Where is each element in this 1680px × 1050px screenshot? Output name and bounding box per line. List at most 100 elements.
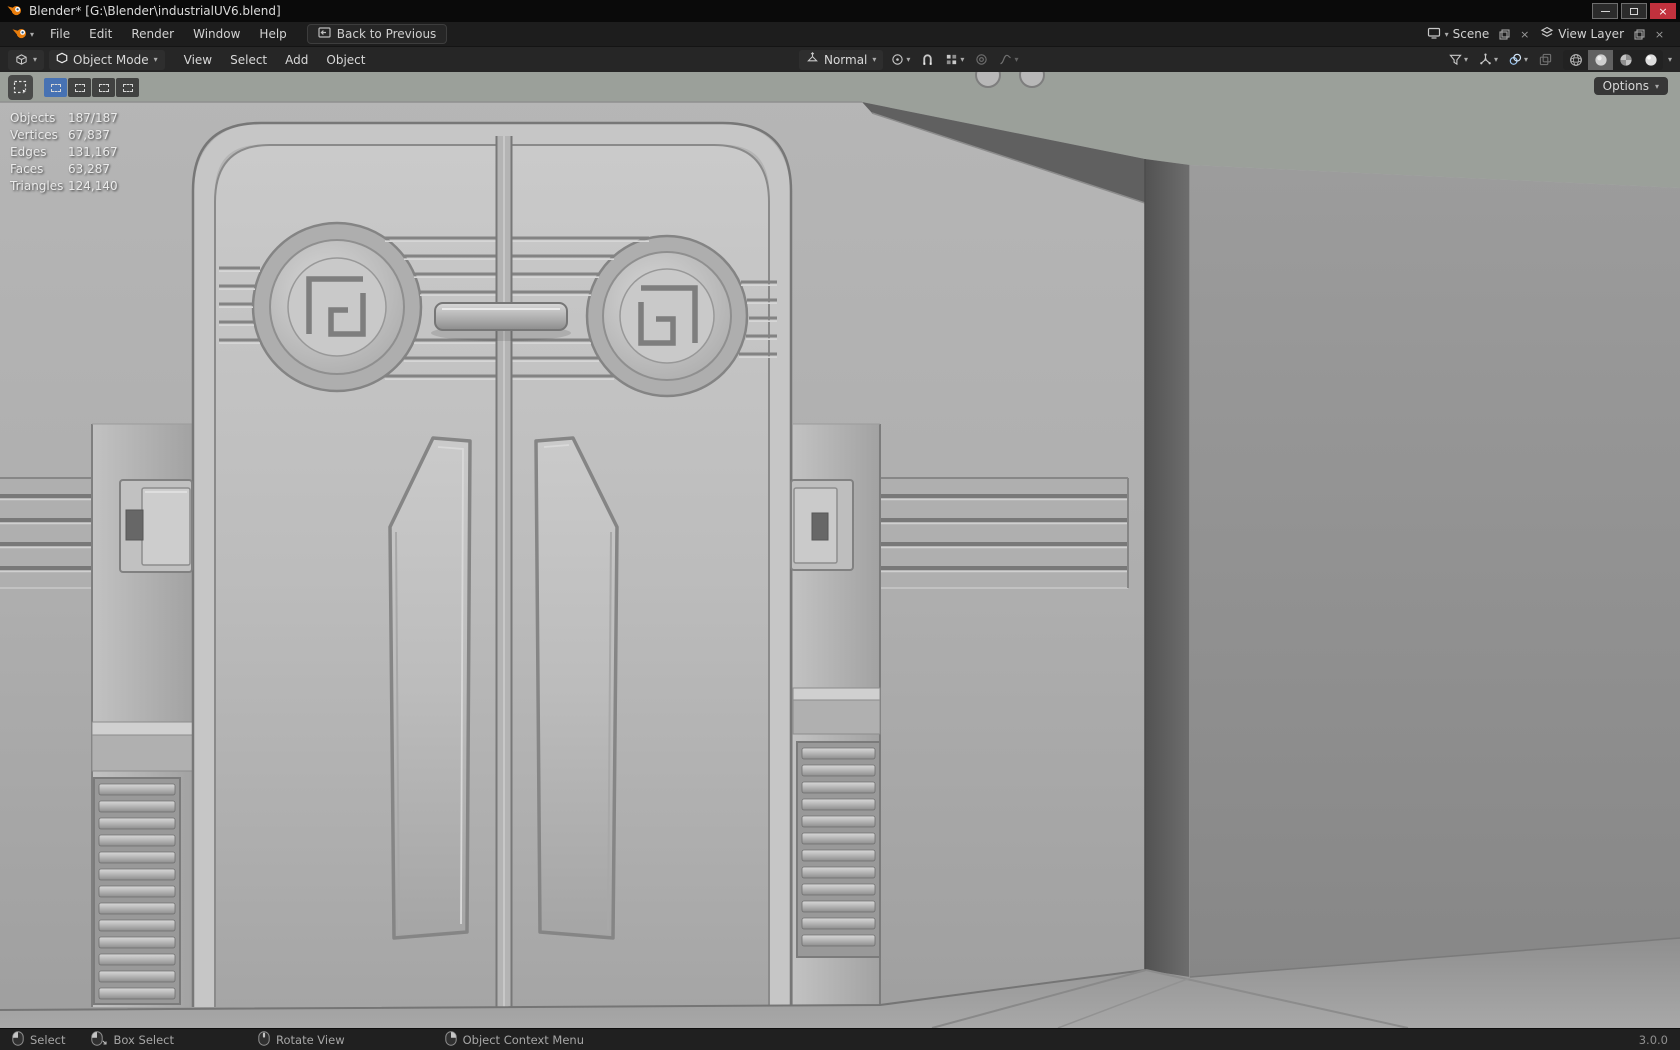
editor-type-button[interactable]: ▾ [8,49,45,70]
unlink-view-layer-button[interactable]: × [1651,26,1668,43]
scene-layer-selectors: ▾ Scene × View Layer × [1423,25,1674,43]
xray-toggle[interactable] [1536,52,1555,67]
shading-solid-button[interactable] [1588,49,1613,70]
menu-help[interactable]: Help [250,24,295,44]
select-intersect-icon [122,83,133,92]
chevron-down-icon: ▾ [872,55,877,64]
app-menu-button[interactable]: ▾ [6,27,40,42]
object-type-visibility-dropdown[interactable]: ▾ [1446,52,1471,67]
pivot-point-dropdown[interactable]: ▾ [888,52,913,67]
mode-selector[interactable]: Object Mode ▾ [49,49,165,70]
door-handle [431,302,571,341]
chevron-down-icon: ▾ [1523,55,1528,64]
viewport-statistics: Objects 187/187 Vertices 67,837 Edges 131,1… [10,110,118,195]
stat-row: Edges 131,167 [10,144,118,161]
shading-mode-switch [1563,49,1663,70]
door-center-seam [495,136,513,1007]
select-mode-intersect-button[interactable] [116,78,139,97]
new-scene-button[interactable] [1496,26,1513,43]
orientation-label: Normal [823,52,868,67]
snap-toggle[interactable] [918,52,937,67]
scene-selector[interactable]: ▾ Scene [1423,25,1494,43]
viewport-header: ▾ Object Mode ▾ View Select Add Object N… [0,46,1680,72]
stat-value: 187/187 [68,111,118,125]
select-box-tool-button[interactable] [8,75,33,100]
snap-settings-dropdown[interactable]: ▾ [942,52,967,67]
emblem-left [251,221,423,393]
menu-add[interactable]: Add [276,50,317,70]
new-view-layer-button[interactable] [1631,26,1648,43]
menu-render[interactable]: Render [122,24,183,44]
select-mode-extend-button[interactable] [68,78,91,97]
shading-rendered-button[interactable] [1638,50,1663,70]
stat-label: Triangles [10,179,64,193]
close-button[interactable]: × [1650,3,1676,19]
stat-label: Objects [10,111,56,125]
stat-row: Triangles 124,140 [10,178,118,195]
door-assembly [191,121,793,1007]
hint-label: Object Context Menu [462,1032,584,1047]
mouse-middle-icon [258,1030,270,1049]
mouse-left-icon [12,1030,24,1049]
stat-value: 131,167 [68,145,118,159]
stat-label: Edges [10,145,47,159]
select-set-icon [50,83,61,92]
maximize-button[interactable] [1621,3,1647,19]
panel-left [388,436,472,940]
chevron-down-icon: ▾ [960,55,965,64]
proportional-editing-toggle[interactable] [972,52,991,67]
stat-value: 67,837 [68,128,110,142]
blender-logo-icon [7,4,22,19]
slat-panel-right [880,477,1129,589]
maximize-icon [1630,7,1638,15]
menu-file[interactable]: File [41,24,79,44]
close-icon: × [1658,4,1668,18]
minimize-button[interactable] [1592,3,1618,19]
hint-label: Box Select [113,1032,174,1047]
orientation-icon [806,51,819,68]
select-subtract-icon [98,83,109,92]
viewport-canvas[interactable] [0,72,1680,1028]
menu-object[interactable]: Object [317,50,374,70]
window-controls: × [1592,3,1680,19]
mouse-left-drag-icon [91,1030,108,1049]
back-window-icon [318,27,331,41]
mouse-right-icon [444,1030,457,1049]
options-label: Options [1602,79,1649,93]
wall-right-edge-band [1145,159,1190,980]
chevron-down-icon: ▾ [33,55,38,64]
select-mode-subtract-button[interactable] [92,78,115,97]
shading-dropdown[interactable]: ▾ [1668,55,1672,64]
hint-rotate-view: Rotate View [258,1030,345,1049]
menu-edit[interactable]: Edit [80,24,121,44]
proportional-falloff-dropdown[interactable]: ▾ [996,52,1021,67]
back-to-previous-label: Back to Previous [336,27,437,41]
unlink-scene-button[interactable]: × [1516,26,1533,43]
gizmos-toggle-dropdown[interactable]: ▾ [1476,52,1501,67]
blender-window: Blender* [G:\Blender\industrialUV6.blend… [0,0,1680,1050]
panel-right [534,436,619,940]
scene-name: Scene [1452,27,1490,41]
back-to-previous-button[interactable]: Back to Previous [306,24,448,44]
latch-right [790,479,854,571]
viewport-3d[interactable]: Options ▾ Objects 187/187 Vertices 67,837 … [0,72,1680,1028]
stat-row: Faces 63,287 [10,161,118,178]
viewport-tool-header: Options ▾ [8,75,1668,101]
menu-select[interactable]: Select [221,50,276,70]
stat-row: Vertices 67,837 [10,127,118,144]
view-layer-selector[interactable]: View Layer [1536,25,1628,43]
menu-view[interactable]: View [175,50,221,70]
minimize-icon [1600,10,1610,12]
select-mode-set-button[interactable] [44,78,67,97]
options-button[interactable]: Options ▾ [1593,77,1668,95]
transform-orientation-dropdown[interactable]: Normal ▾ [798,49,884,70]
shading-wireframe-button[interactable] [1563,50,1588,70]
hint-box-select: Box Select [91,1030,174,1049]
view-layer-icon [1540,26,1554,42]
menu-window[interactable]: Window [184,24,249,44]
shading-material-button[interactable] [1613,50,1638,70]
title-bar: Blender* [G:\Blender\industrialUV6.blend… [0,0,1680,22]
overlays-toggle-dropdown[interactable]: ▾ [1506,52,1531,67]
select-extend-icon [74,83,85,92]
latch-left [119,479,193,573]
